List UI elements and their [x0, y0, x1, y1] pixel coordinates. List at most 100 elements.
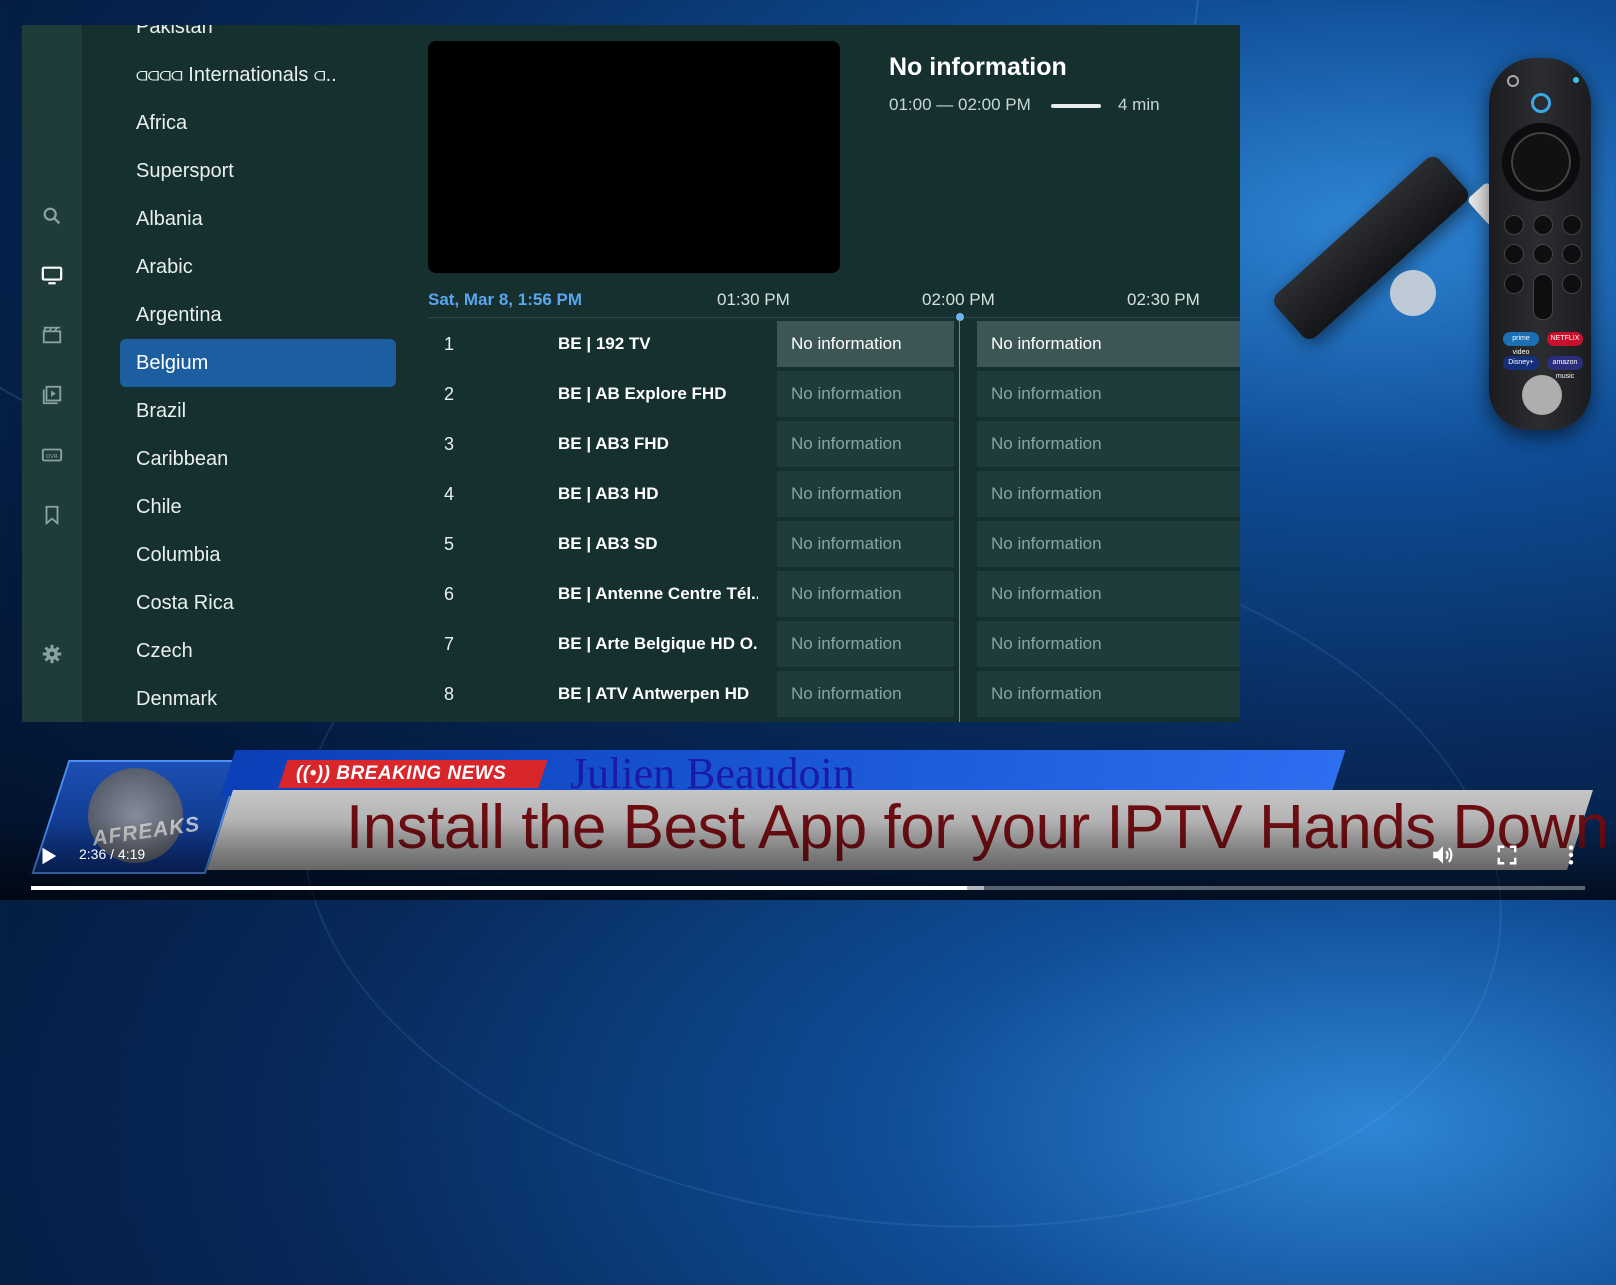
live-tv-icon[interactable] — [36, 259, 68, 291]
category-item[interactable]: Czech — [120, 627, 396, 675]
category-item[interactable]: Chile — [120, 483, 396, 531]
channel-name: BE | ATV Antwerpen HD — [558, 684, 750, 703]
svg-text:DVR: DVR — [46, 454, 58, 460]
program-cell[interactable]: No information — [777, 371, 954, 417]
iptv-app-screen: DVR Pakistan ⫏⫏⫏⫏ Internationals ⫏.. Afr… — [22, 25, 1240, 722]
remote-mute-icon — [1504, 274, 1524, 294]
program-cell[interactable]: No information — [977, 371, 1240, 417]
program-cell[interactable]: No information — [977, 671, 1240, 717]
category-item[interactable]: Pakistan — [120, 25, 396, 51]
remote-rewind-icon — [1504, 244, 1524, 264]
play-button[interactable] — [34, 842, 62, 870]
program-progress-bar — [1051, 104, 1101, 108]
afreaks-logo — [1522, 375, 1562, 415]
bookmark-icon[interactable] — [36, 499, 68, 531]
settings-icon[interactable] — [36, 638, 68, 670]
channel-row[interactable]: 1 BE | 192 TV No information No informat… — [428, 321, 1240, 367]
timeline-slot: 01:30 PM — [717, 290, 790, 309]
category-item[interactable]: Denmark — [120, 675, 396, 722]
remote-alexa-icon — [1531, 93, 1551, 113]
movies-icon[interactable] — [36, 319, 68, 351]
channel-row[interactable]: 5 BE | AB3 SD No information No informat… — [428, 521, 1240, 567]
channel-number: 7 — [444, 634, 455, 654]
remote-app-button: amazon music — [1547, 356, 1583, 380]
remote-forward-icon — [1562, 244, 1582, 264]
nav-rail: DVR — [22, 25, 82, 722]
fullscreen-icon — [1497, 845, 1517, 865]
category-item[interactable]: Arabic — [120, 243, 396, 291]
remote-home-icon — [1533, 215, 1553, 235]
remote-led — [1573, 77, 1579, 83]
channel-name: BE | 192 TV — [558, 334, 651, 353]
seek-bar-progress[interactable] — [31, 886, 967, 890]
fullscreen-button[interactable] — [1492, 840, 1522, 870]
program-cell[interactable]: No information — [977, 621, 1240, 667]
dvr-icon[interactable]: DVR — [36, 439, 68, 471]
remote-dpad — [1502, 123, 1580, 201]
channel-row[interactable]: 7 BE | Arte Belgique HD O.. No informati… — [428, 621, 1240, 667]
program-cell[interactable]: No information — [777, 521, 954, 567]
category-item[interactable]: Africa — [120, 99, 396, 147]
category-item[interactable]: Costa Rica — [120, 579, 396, 627]
category-item[interactable]: Caribbean — [120, 435, 396, 483]
timeline-slot: 02:30 PM — [1127, 290, 1200, 309]
volume-button[interactable] — [1428, 840, 1458, 870]
remote-app-button: NETFLIX — [1547, 332, 1583, 346]
program-cell[interactable]: No information — [777, 621, 954, 667]
remote-volume-rocker — [1533, 274, 1553, 320]
channel-name: BE | Antenne Centre Tél.. — [558, 584, 758, 603]
category-item[interactable]: Argentina — [120, 291, 396, 339]
category-item-selected[interactable]: Belgium — [120, 339, 396, 387]
volume-icon — [1433, 846, 1453, 864]
playback-time: 2:36 / 4:19 — [79, 846, 146, 862]
program-cell[interactable]: No information — [977, 321, 1240, 367]
remote-play-pause-icon — [1533, 244, 1553, 264]
program-title: No information — [889, 53, 1067, 81]
channel-row[interactable]: 6 BE | Antenne Centre Tél.. No informati… — [428, 571, 1240, 617]
channel-name: BE | AB3 FHD — [558, 434, 669, 453]
category-item[interactable]: Brazil — [120, 387, 396, 435]
channel-row[interactable]: 8 BE | ATV Antwerpen HD No information N… — [428, 671, 1240, 717]
category-item[interactable]: Supersport — [120, 147, 396, 195]
program-cell[interactable]: No information — [977, 521, 1240, 567]
breaking-news-label: ((•)) BREAKING NEWS — [296, 763, 507, 784]
program-time-range: 01:00 — 02:00 PM — [889, 95, 1031, 114]
video-preview[interactable] — [428, 41, 840, 273]
channel-number: 8 — [444, 684, 455, 704]
remote-app-button: Disney+ — [1503, 356, 1539, 370]
series-icon[interactable] — [36, 379, 68, 411]
search-icon[interactable] — [36, 200, 68, 232]
channel-number: 4 — [444, 484, 455, 504]
program-cell[interactable]: No information — [777, 571, 954, 617]
program-cell[interactable]: No information — [977, 421, 1240, 467]
more-options-button[interactable] — [1556, 840, 1586, 870]
channel-name: BE | AB Explore FHD — [558, 384, 727, 403]
channel-number: 1 — [444, 334, 455, 354]
remote-power-icon — [1507, 75, 1519, 87]
remote-menu-icon — [1562, 215, 1582, 235]
program-cell[interactable]: No information — [777, 421, 954, 467]
program-cell[interactable]: No information — [977, 571, 1240, 617]
play-icon — [42, 847, 57, 865]
timeline-date: Sat, Mar 8, 1:56 PM — [428, 290, 583, 309]
program-cell[interactable]: No information — [777, 471, 954, 517]
remote-guide-icon — [1562, 274, 1582, 294]
channel-name: BE | AB3 SD — [558, 534, 658, 553]
timeline-slot: 02:00 PM — [922, 290, 995, 309]
category-item[interactable]: ⫏⫏⫏⫏ Internationals ⫏.. — [120, 51, 396, 99]
channel-name: BE | AB3 HD — [558, 484, 659, 503]
afreaks-logo — [1390, 270, 1436, 316]
now-indicator-dot — [956, 313, 964, 321]
channel-row[interactable]: 2 BE | AB Explore FHD No information No … — [428, 371, 1240, 417]
category-item[interactable]: Columbia — [120, 531, 396, 579]
channel-row[interactable]: 4 BE | AB3 HD No information No informat… — [428, 471, 1240, 517]
channel-row[interactable]: 3 BE | AB3 FHD No information No informa… — [428, 421, 1240, 467]
channel-number: 2 — [444, 384, 455, 404]
program-cell[interactable]: No information — [777, 671, 954, 717]
timeline-divider — [428, 317, 1240, 318]
category-item[interactable]: Albania — [120, 195, 396, 243]
program-cell[interactable]: No information — [977, 471, 1240, 517]
channel-number: 3 — [444, 434, 455, 454]
program-cell[interactable]: No information — [777, 321, 954, 367]
category-list: Pakistan ⫏⫏⫏⫏ Internationals ⫏.. Africa … — [102, 25, 422, 722]
